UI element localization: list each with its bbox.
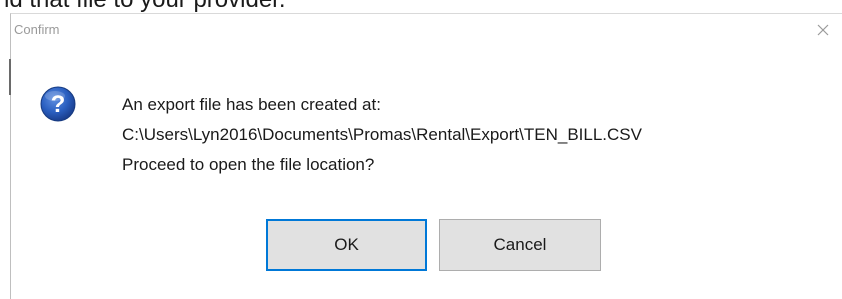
title-bar[interactable]: Confirm — [11, 14, 842, 48]
window-edge — [9, 59, 11, 95]
dialog-title: Confirm — [14, 22, 60, 37]
close-button[interactable] — [808, 16, 838, 44]
background-text: nd that file to your provider. — [0, 0, 286, 14]
close-icon — [817, 24, 829, 36]
svg-text:?: ? — [51, 91, 66, 118]
message-line-3: Proceed to open the file location? — [122, 155, 375, 174]
confirm-dialog: Confirm ? An export file has been create… — [9, 13, 842, 299]
cancel-button[interactable]: Cancel — [439, 219, 601, 271]
ok-button[interactable]: OK — [266, 219, 427, 271]
dialog-message: An export file has been created at: C:\U… — [122, 90, 642, 180]
message-line-1: An export file has been created at: — [122, 95, 381, 114]
message-path: C:\Users\Lyn2016\Documents\Promas\Rental… — [122, 125, 642, 144]
question-icon: ? — [40, 86, 76, 122]
